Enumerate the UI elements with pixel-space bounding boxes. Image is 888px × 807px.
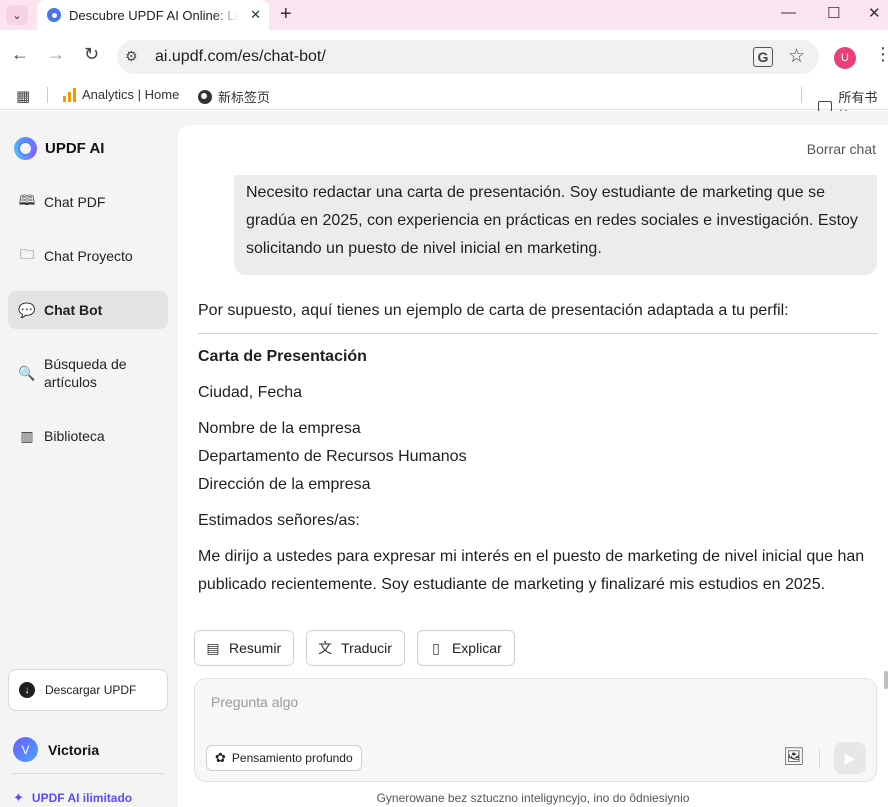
sidebar-item-label: Chat PDF [44, 194, 106, 210]
bookmark-star-icon[interactable]: ☆ [788, 45, 805, 68]
chevron-down-icon: ⌄ [12, 9, 22, 22]
chat-panel: Borrar chat Necesito redactar una carta … [178, 125, 888, 807]
updf-logo-icon [14, 137, 37, 160]
translate-icon: 文 [318, 640, 333, 656]
bookmarks-divider [801, 87, 802, 103]
letter-city-date: Ciudad, Fecha [198, 384, 303, 401]
apps-grid-icon[interactable]: ▦ [16, 87, 30, 105]
letter-title: Carta de Presentación [198, 348, 367, 365]
upgrade-unlimited-link[interactable]: ✦ UPDF AI ilimitado [13, 790, 132, 806]
prompt-input[interactable] [211, 694, 811, 710]
chat-bot-icon: 💬 [18, 301, 36, 318]
profile-avatar[interactable]: U [834, 47, 856, 69]
back-arrow-icon[interactable]: ← [11, 44, 29, 65]
globe-icon [198, 89, 212, 104]
user-message-bubble: Necesito redactar una carta de presentac… [234, 175, 877, 275]
translate-label: Traducir [341, 640, 392, 656]
composer-divider [819, 749, 820, 767]
reload-icon[interactable]: ↻ [84, 44, 99, 65]
summarize-button[interactable]: ▤ Resumir [194, 630, 295, 666]
brand-name: UPDF AI [45, 140, 105, 157]
download-updf-button[interactable]: ↓ Descargar UPDF [8, 669, 168, 711]
user-name: Victoria [48, 741, 100, 758]
image-upload-icon[interactable]: 🖼 [783, 747, 805, 767]
letter-department: Departamento de Recursos Humanos [198, 448, 467, 465]
brand[interactable]: UPDF AI [14, 137, 104, 160]
site-settings-icon[interactable]: ⚙ [125, 48, 143, 66]
chat-messages[interactable]: Necesito redactar una carta de presentac… [178, 175, 888, 615]
bookmark-new-tab[interactable]: 新标签页 [198, 87, 270, 106]
sidebar-item-chat-proyecto[interactable]: 🗀 Chat Proyecto [8, 237, 168, 275]
bookmarks-bar: ▦ Analytics | Home 新标签页 所有书签 [0, 82, 888, 124]
minimize-icon[interactable]: — [781, 4, 796, 21]
answer-divider [198, 333, 878, 334]
message-composer: ✿ Pensamiento profundo 🖼 ▶ [194, 678, 877, 782]
browser-menu-icon[interactable]: ⋮ [874, 44, 888, 65]
letter-company-name: Nombre de la empresa [198, 420, 361, 437]
bookmark-analytics[interactable]: Analytics | Home [63, 87, 179, 102]
bookmarks-divider [47, 87, 48, 103]
letter-greeting: Estimados señores/as: [198, 512, 360, 529]
translate-icon[interactable]: G [753, 47, 773, 67]
maximize-icon[interactable]: ☐ [827, 4, 840, 22]
library-icon: ▥ [20, 427, 34, 444]
bookmark-label: Analytics | Home [82, 87, 180, 102]
tab-search-button[interactable]: ⌄ [6, 5, 28, 25]
explain-button[interactable]: ▯ Explicar [416, 630, 515, 666]
browser-tabstrip: ⌄ Descubre UPDF AI Online: La ✕ + — ☐ ✕ [0, 0, 888, 30]
sidebar-item-busqueda-articulos[interactable]: 🔍 Búsqueda de artículos [8, 348, 168, 398]
translate-button[interactable]: 文 Traducir [306, 630, 405, 666]
folder-plus-icon: 🗀 [20, 246, 34, 262]
send-button[interactable]: ▶ [834, 742, 866, 774]
sidebar: UPDF AI 🕮 Chat PDF 🗀 Chat Proyecto 💬 Cha… [0, 111, 178, 807]
browser-tab-active[interactable]: Descubre UPDF AI Online: La ✕ [37, 0, 269, 30]
sidebar-item-chat-pdf[interactable]: 🕮 Chat PDF [8, 183, 168, 221]
ai-disclaimer: Gynerowane bez sztuczno inteligyncyjo, i… [376, 791, 690, 805]
bookmark-label: 新标签页 [218, 90, 271, 105]
send-arrow-icon: ▶ [844, 749, 856, 766]
answer-intro: Por supuesto, aquí tienes un ejemplo de … [198, 302, 789, 319]
article-search-icon: 🔍 [18, 364, 36, 381]
sparkle-icon: ✦ [13, 790, 24, 805]
download-label: Descargar UPDF [45, 683, 137, 697]
deep-think-toggle[interactable]: ✿ Pensamiento profundo [206, 745, 362, 771]
letter-company-address: Dirección de la empresa [198, 476, 371, 493]
summarize-icon: ▤ [206, 639, 220, 656]
sidebar-item-biblioteca[interactable]: ▥ Biblioteca [8, 417, 168, 455]
updf-ai-app: UPDF AI 🕮 Chat PDF 🗀 Chat Proyecto 💬 Cha… [0, 111, 888, 807]
ai-answer: Por supuesto, aquí tienes un ejemplo de … [198, 297, 878, 599]
deep-think-label: Pensamiento profundo [231, 751, 353, 765]
book-open-icon: 🕮 [18, 192, 36, 208]
analytics-icon [63, 87, 76, 102]
download-icon: ↓ [19, 682, 35, 698]
url-text[interactable]: ai.updf.com/es/chat-bot/ [155, 48, 326, 66]
window-close-icon[interactable]: ✕ [868, 4, 881, 22]
clear-chat-button[interactable]: Borrar chat [807, 141, 876, 157]
user-avatar: V [13, 737, 38, 762]
sidebar-divider [12, 773, 164, 774]
sidebar-item-chat-bot[interactable]: 💬 Chat Bot [8, 291, 168, 329]
sidebar-item-label: Biblioteca [44, 428, 105, 444]
deep-think-icon: ✿ [215, 750, 226, 765]
new-tab-plus-icon[interactable]: + [280, 3, 292, 26]
user-account[interactable]: V Victoria [13, 737, 99, 762]
letter-body: Me dirijo a ustedes para expresar mi int… [198, 548, 865, 593]
tab-title: Descubre UPDF AI Online: La [69, 7, 239, 23]
folder-icon [818, 100, 833, 112]
unlimited-label: UPDF AI ilimitado [31, 791, 133, 805]
scroll-handle[interactable] [884, 671, 888, 689]
summarize-label: Resumir [229, 640, 282, 656]
explain-book-icon: ▯ [432, 639, 440, 656]
sidebar-item-label: Búsqueda de artículos [44, 356, 127, 390]
sidebar-item-label: Chat Bot [44, 302, 103, 318]
quick-actions: ▤ Resumir 文 Traducir ▯ Explicar [194, 630, 515, 666]
tab-close-icon[interactable]: ✕ [250, 7, 261, 23]
updf-favicon-icon [47, 8, 61, 22]
explain-label: Explicar [451, 640, 502, 656]
forward-arrow-icon[interactable]: → [47, 44, 65, 65]
browser-toolbar: ← → ↻ ⚙ ai.updf.com/es/chat-bot/ G ☆ [0, 30, 888, 82]
address-bar[interactable]: ⚙ ai.updf.com/es/chat-bot/ G ☆ [117, 40, 819, 74]
sidebar-item-label: Chat Proyecto [44, 248, 133, 264]
